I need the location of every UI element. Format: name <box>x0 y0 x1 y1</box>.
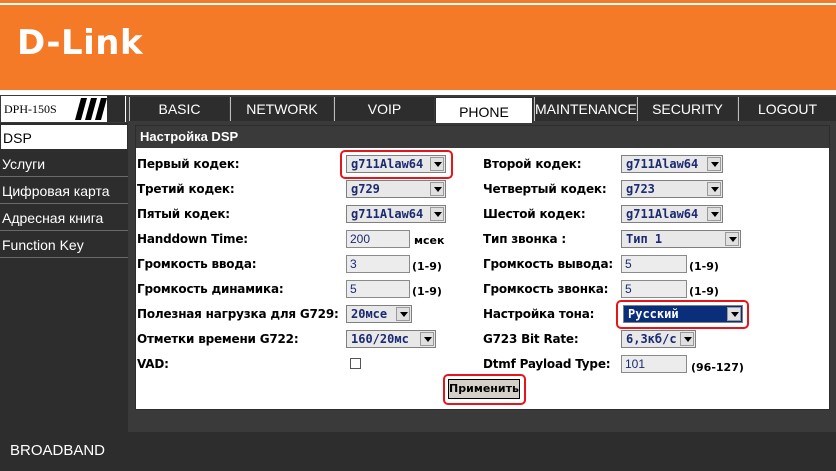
tone-label: Настройка тона: <box>483 307 595 321</box>
codec4-label: Четвертый кодек: <box>483 182 607 196</box>
g722-timestamps-select[interactable]: 160/20мс <box>346 330 436 348</box>
handdown-label: Handdown Time: <box>137 232 248 246</box>
highlight-codec1 <box>340 150 453 179</box>
chevron-down-icon <box>680 332 694 346</box>
g723-rate-select[interactable]: 6,3кб/с <box>621 330 696 348</box>
ring-volume-range: (1-9) <box>689 285 719 298</box>
dtmf-label: Dtmf Payload Type: <box>483 357 611 371</box>
tab-maintenance[interactable]: MAINTENANCE <box>534 97 637 121</box>
g729-payload-label: Полезная нагрузка для G729: <box>137 307 339 321</box>
sidebar-item-digit-map[interactable]: Цифровая карта <box>0 178 128 204</box>
tab-logout[interactable]: LOGOUT <box>738 97 836 121</box>
speaker-volume-label: Громкость динамика: <box>137 282 284 296</box>
codec4-select[interactable]: g723 <box>621 180 723 198</box>
codec3-select[interactable]: g729 <box>346 180 446 198</box>
chevron-down-icon <box>725 232 739 246</box>
model-badge: DPH-150S <box>0 95 127 123</box>
handdown-input[interactable]: 200 <box>346 230 410 248</box>
speaker-volume-range: (1-9) <box>412 285 442 298</box>
vad-label: VAD: <box>137 357 169 371</box>
sidebar-item-function-key[interactable]: Function Key <box>0 232 128 258</box>
codec1-label: Первый кодек: <box>137 157 240 171</box>
header-banner: D-Link <box>0 5 836 90</box>
highlight-tone <box>616 300 749 329</box>
codec6-label: Шестой кодек: <box>483 207 586 221</box>
tab-phone[interactable]: PHONE <box>435 97 533 123</box>
codec6-select[interactable]: g711Alaw64 <box>621 205 723 223</box>
dtmf-input[interactable]: 101 <box>621 355 687 373</box>
codec2-label: Второй кодек: <box>483 157 582 171</box>
codec3-label: Третий кодек: <box>137 182 235 196</box>
sidebar: DSP Услуги Цифровая карта Адресная книга… <box>0 123 128 433</box>
handdown-unit: мсек <box>414 234 445 247</box>
chevron-down-icon <box>707 207 721 221</box>
tab-security[interactable]: SECURITY <box>637 97 737 121</box>
dtmf-range: (96-127) <box>691 361 744 374</box>
chevron-down-icon <box>396 307 410 321</box>
panel-title: Настройка DSP <box>136 126 829 148</box>
codec5-select[interactable]: g711Alaw64 <box>346 205 446 223</box>
ring-volume-label: Громкость звонка: <box>483 282 609 296</box>
tab-voip[interactable]: VOIP <box>334 97 434 121</box>
input-volume-input[interactable]: 3 <box>346 255 410 273</box>
speaker-volume-input[interactable]: 5 <box>346 280 410 298</box>
sidebar-item-address-book[interactable]: Адресная книга <box>0 205 128 231</box>
slashes-decoration-icon <box>75 96 125 122</box>
highlight-apply <box>443 374 526 405</box>
sidebar-item-services[interactable]: Услуги <box>0 151 128 177</box>
input-volume-range: (1-9) <box>412 260 442 273</box>
chevron-down-icon <box>707 182 721 196</box>
footer-text: BROADBAND <box>10 442 106 459</box>
g723-rate-label: G723 Bit Rate: <box>483 332 579 346</box>
output-volume-range: (1-9) <box>689 260 719 273</box>
ring-volume-input[interactable]: 5 <box>621 280 687 298</box>
input-volume-label: Громкость ввода: <box>137 257 257 271</box>
tab-basic[interactable]: BASIC <box>129 97 229 121</box>
vad-checkbox[interactable] <box>350 358 361 369</box>
chevron-down-icon <box>420 332 434 346</box>
chevron-down-icon <box>430 182 444 196</box>
model-name: DPH-150S <box>4 102 57 116</box>
ring-type-label: Тип звонка : <box>483 232 566 246</box>
output-volume-label: Громкость вывода: <box>483 257 613 271</box>
tab-network[interactable]: NETWORK <box>230 97 333 121</box>
output-volume-input[interactable]: 5 <box>621 255 687 273</box>
sidebar-item-dsp[interactable]: DSP <box>0 124 128 150</box>
footer-bar: BROADBAND <box>0 432 836 471</box>
codec2-select[interactable]: g711Alaw64 <box>621 155 723 173</box>
ring-type-select[interactable]: Тип 1 <box>621 230 741 248</box>
codec5-label: Пятый кодек: <box>137 207 230 221</box>
dlink-logo: D-Link <box>17 23 144 63</box>
chevron-down-icon <box>430 207 444 221</box>
g729-payload-select[interactable]: 20мсе <box>346 305 412 323</box>
g722-timestamps-label: Отметки времени G722: <box>137 332 299 346</box>
chevron-down-icon <box>707 157 721 171</box>
